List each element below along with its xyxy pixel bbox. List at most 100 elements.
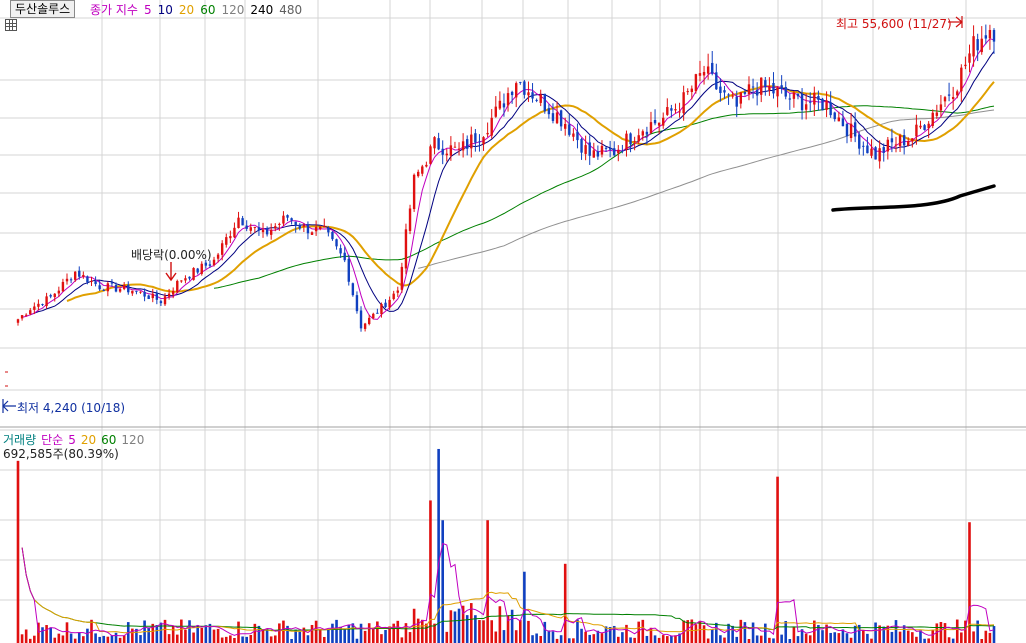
candle-body (367, 317, 371, 325)
candle-body (919, 125, 922, 128)
volume-bar (518, 620, 522, 643)
candle-body (318, 226, 322, 229)
candle-body (870, 148, 873, 156)
volume-bar (457, 608, 461, 643)
candle-body (151, 293, 154, 299)
candle-body (241, 218, 244, 226)
volume-bar (547, 630, 551, 643)
volume-bar (666, 636, 669, 643)
volume-bar (61, 635, 65, 643)
candle-body (858, 134, 861, 149)
candle-body (437, 138, 440, 150)
volume-bar (768, 637, 771, 643)
candle-body (335, 239, 338, 247)
volume-bar (927, 638, 930, 643)
candle-body (817, 96, 820, 100)
candle-body (310, 232, 314, 235)
candle-body (923, 125, 926, 130)
candle-body (841, 118, 845, 127)
volume-bar (384, 630, 387, 643)
candle-body (171, 290, 175, 295)
candle-body (421, 166, 424, 174)
ma-legend-item-3: 20 (178, 3, 195, 17)
volume-bar (371, 628, 375, 643)
volume-bar (694, 624, 698, 643)
chart-grid (0, 0, 1026, 643)
candle-body (253, 226, 257, 228)
volume-bar (661, 635, 665, 643)
volume-bar (894, 620, 898, 643)
volume-bar (420, 619, 424, 643)
volume-bar (637, 621, 641, 643)
volume-bar (735, 636, 739, 643)
ma5-line (22, 38, 995, 320)
candle-body (519, 81, 522, 83)
volume-bar (588, 634, 592, 643)
candle-body (772, 82, 775, 94)
candle-body (90, 280, 93, 282)
candle-body (457, 148, 461, 150)
volume-bar (86, 628, 89, 643)
candle-body (649, 122, 653, 134)
volume-bar (155, 625, 159, 643)
volume-bar (727, 623, 730, 643)
candle-body (592, 150, 595, 158)
volume-bar (425, 623, 428, 643)
candle-body (127, 284, 130, 293)
volume-bar (216, 628, 220, 643)
volume-bar (739, 619, 743, 643)
trend-line-stroke (831, 184, 996, 212)
volume-bar (853, 625, 857, 643)
candle-body (988, 29, 992, 39)
candle-body (20, 315, 24, 319)
volume-bar (755, 635, 759, 643)
candle-body (380, 303, 383, 315)
volume-bar (24, 629, 28, 643)
grid-toggle-icon[interactable] (5, 19, 17, 31)
volume-bar (233, 638, 236, 643)
volume-bar (253, 623, 257, 643)
volume-bar (992, 626, 996, 643)
candle-body (290, 218, 293, 221)
candle-body (976, 39, 979, 51)
candle-body (323, 225, 326, 228)
candle-body (698, 73, 702, 76)
candle-body (122, 285, 126, 290)
candle-body (825, 100, 828, 110)
candle-body (486, 132, 489, 135)
candle-body (686, 91, 689, 93)
candle-body (837, 117, 841, 122)
volume-bar (580, 628, 583, 643)
volume-bar (171, 626, 175, 643)
volume-bar (759, 635, 763, 643)
candle-body (943, 97, 947, 102)
candle-body (306, 224, 310, 234)
candle-body (576, 131, 579, 141)
candle-body (547, 108, 551, 115)
volume-bar (645, 635, 649, 643)
candle-body (461, 141, 465, 151)
candle-body (102, 289, 105, 291)
candle-body (882, 147, 885, 153)
volume-bar (335, 619, 338, 643)
volume-bar (772, 638, 775, 643)
candle-body (294, 221, 297, 226)
volume-bar (367, 623, 371, 643)
candle-body (796, 93, 800, 97)
candle-body (833, 112, 836, 120)
volume-bar (204, 625, 208, 643)
volume-bar (604, 626, 608, 643)
volume-bar (621, 632, 624, 643)
candle-body (800, 93, 804, 111)
volume-bar (327, 629, 330, 643)
volume-bar (641, 619, 645, 643)
volume-bar (188, 620, 191, 643)
volume-bar (657, 637, 661, 643)
candle-body (376, 312, 379, 314)
volume-bar (322, 636, 326, 643)
candle-body (886, 139, 890, 152)
candle-body (706, 66, 710, 74)
stock-name-selector[interactable]: 두산솔루스 (10, 0, 76, 18)
volume-bar (167, 634, 171, 643)
volume-bar (784, 620, 788, 643)
